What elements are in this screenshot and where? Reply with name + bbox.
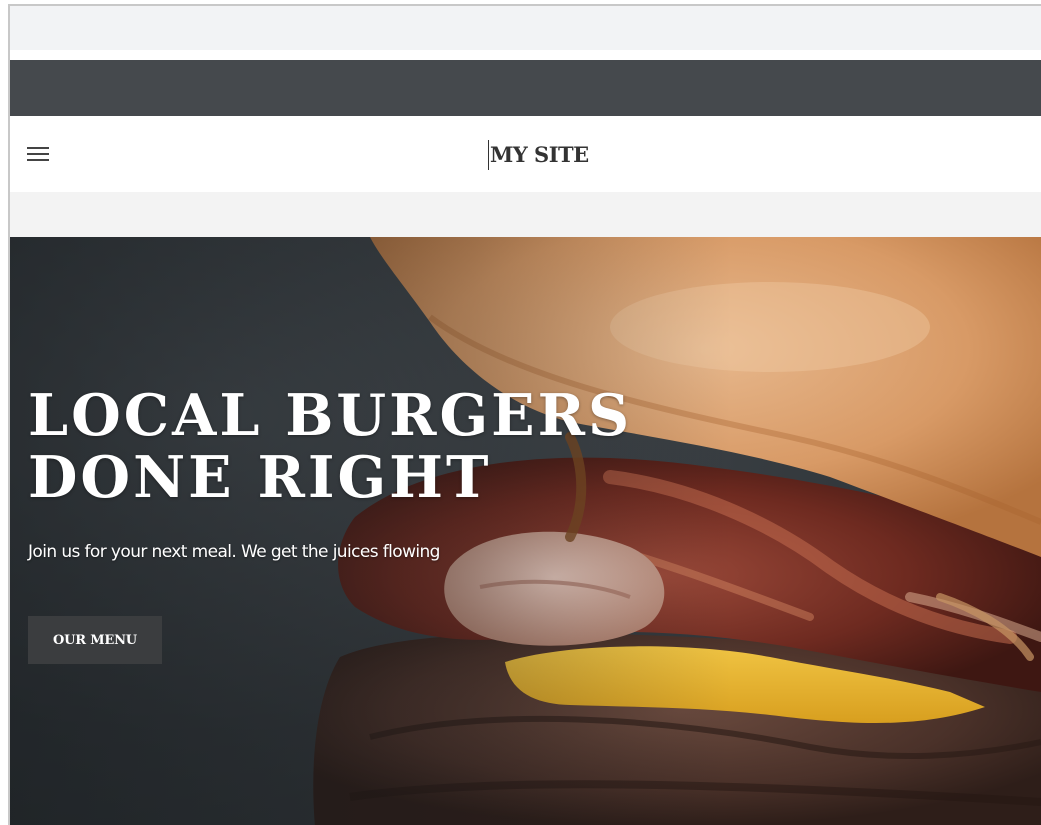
headline-line-2: DONE RIGHT [28, 444, 492, 511]
site-header: MY SITE [10, 116, 1041, 192]
hero-subtitle: Join us for your next meal. We get the j… [28, 542, 440, 562]
top-gap [10, 50, 1041, 60]
hamburger-icon[interactable] [27, 147, 49, 162]
top-strip [10, 6, 1041, 50]
our-menu-button[interactable]: OUR MENU [28, 616, 162, 664]
dark-top-bar [10, 60, 1041, 116]
site-title[interactable]: MY SITE [490, 142, 589, 167]
text-cursor [488, 140, 489, 170]
burger-photo [10, 237, 1041, 825]
headline-line-1: LOCAL BURGERS [28, 382, 633, 449]
hero-section: LOCAL BURGERS DONE RIGHT Join us for you… [10, 237, 1041, 825]
hamburger-line [27, 153, 49, 155]
hamburger-line [27, 147, 49, 149]
browser-viewport: MY SITE LOCAL BURGERS DONE RIGHT Join us… [8, 4, 1041, 825]
hero-headline: LOCAL BURGERS DONE RIGHT [28, 385, 632, 509]
header-spacer [10, 192, 1041, 237]
hamburger-line [27, 159, 49, 161]
